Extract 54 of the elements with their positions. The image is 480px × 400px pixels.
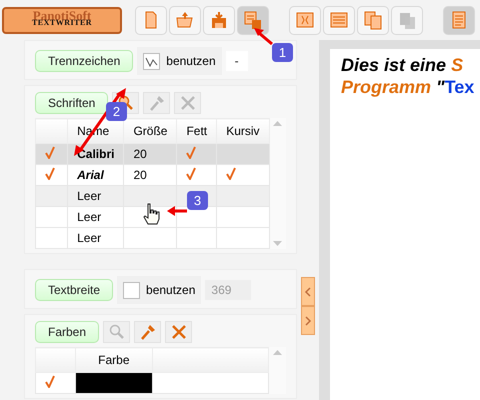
column-header: Kursiv: [226, 124, 260, 138]
callout-arrow: [167, 206, 187, 216]
pin-icon: [148, 95, 165, 111]
scroll-down-icon[interactable]: [273, 241, 282, 246]
close-icon: [180, 95, 196, 111]
separator-field[interactable]: -: [226, 51, 248, 71]
toolbar-button[interactable]: [289, 6, 321, 34]
colors-button[interactable]: Farben: [35, 321, 100, 343]
font-size: 20: [133, 147, 147, 161]
fonts-button[interactable]: Schriften: [35, 92, 108, 114]
toolbar-button[interactable]: [323, 6, 355, 34]
font-name: Leer: [77, 210, 102, 224]
column-header: Farbe: [98, 353, 130, 367]
logo-product: TEXTWRITER: [32, 19, 92, 27]
document-line: Dies ist eine S: [341, 54, 464, 76]
search-icon: [108, 324, 125, 340]
checkbox-label: benutzen: [146, 283, 196, 297]
close-icon: [170, 324, 187, 340]
column-header: Fett: [186, 124, 208, 138]
collapse-button[interactable]: [301, 277, 315, 306]
pin-icon: [140, 324, 156, 340]
scroll-up-icon[interactable]: [273, 121, 282, 126]
saveas-icon: [243, 10, 263, 30]
expand-button[interactable]: [301, 306, 315, 335]
paste-icon: [397, 10, 417, 30]
font-size: 20: [133, 168, 147, 182]
tool-button[interactable]: [134, 321, 162, 343]
open-icon: [175, 10, 195, 30]
toolbar-button[interactable]: [169, 6, 201, 34]
scroll-up-icon[interactable]: [273, 350, 282, 355]
callout-badge: 1: [272, 43, 293, 62]
chevron-left-icon: [304, 286, 312, 296]
fit-icon: [295, 10, 315, 30]
column-header: Größe: [133, 124, 168, 138]
toolbar-button[interactable]: [237, 6, 269, 34]
lines-icon: [329, 10, 349, 30]
callout-badge: 3: [187, 191, 208, 210]
callout-badge: 2: [106, 102, 127, 121]
separator-button[interactable]: Trennzeichen: [35, 50, 134, 72]
save-icon: [209, 10, 229, 30]
document-line: Programm "Tex: [341, 76, 476, 98]
toolbar-button[interactable]: [443, 6, 475, 34]
copy-icon: [363, 10, 383, 30]
font-name: Leer: [77, 189, 102, 203]
toolbar-button[interactable]: [135, 6, 167, 34]
toolbar-button[interactable]: [357, 6, 389, 34]
callout-arrow: [252, 26, 274, 46]
tool-button[interactable]: [165, 321, 192, 343]
checkbox-label: benutzen: [166, 54, 216, 68]
font-name: Leer: [77, 231, 102, 245]
font-name: Arial: [77, 168, 104, 182]
text-width-button[interactable]: Textbreite: [35, 279, 114, 301]
toolbar-button[interactable]: [203, 6, 235, 34]
chevron-right-icon: [304, 316, 312, 326]
